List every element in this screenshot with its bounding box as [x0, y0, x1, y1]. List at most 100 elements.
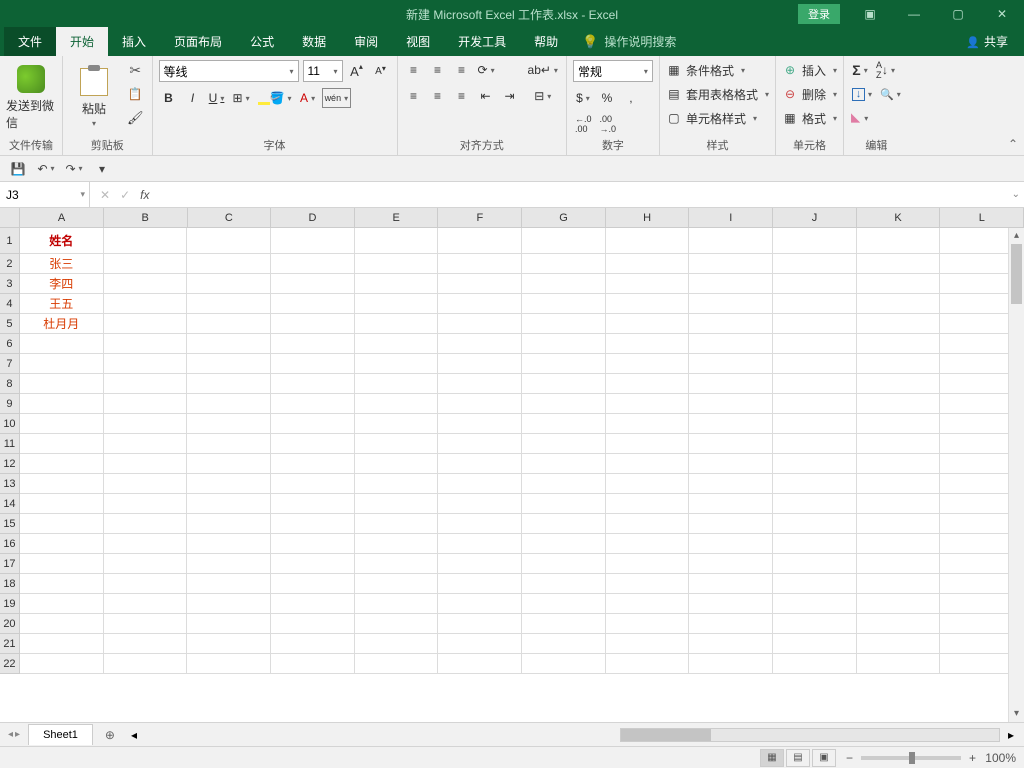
cell-J17[interactable]: [773, 554, 857, 574]
column-header-F[interactable]: F: [438, 208, 522, 227]
cell-K3[interactable]: [857, 274, 941, 294]
decrease-decimal-button[interactable]: .00→.0: [597, 114, 618, 134]
cell-F4[interactable]: [438, 294, 522, 314]
cell-J6[interactable]: [773, 334, 857, 354]
cell-J21[interactable]: [773, 634, 857, 654]
cell-H8[interactable]: [606, 374, 690, 394]
cell-H9[interactable]: [606, 394, 690, 414]
row-header-15[interactable]: 15: [0, 514, 20, 534]
cell-G19[interactable]: [522, 594, 606, 614]
cell-D3[interactable]: [271, 274, 355, 294]
cell-E15[interactable]: [355, 514, 439, 534]
cell-B17[interactable]: [104, 554, 188, 574]
column-header-J[interactable]: J: [773, 208, 857, 227]
font-name-select[interactable]: 等线: [159, 60, 299, 82]
cell-B5[interactable]: [104, 314, 188, 334]
number-format-select[interactable]: 常规: [573, 60, 653, 82]
cell-H2[interactable]: [606, 254, 690, 274]
cell-H13[interactable]: [606, 474, 690, 494]
comma-format-button[interactable]: ,: [621, 88, 641, 108]
column-header-I[interactable]: I: [689, 208, 773, 227]
cell-I20[interactable]: [689, 614, 773, 634]
cell-B20[interactable]: [104, 614, 188, 634]
increase-decimal-button[interactable]: ←.0.00: [573, 114, 594, 134]
name-box[interactable]: J3: [0, 182, 90, 207]
cell-K9[interactable]: [857, 394, 941, 414]
row-header-11[interactable]: 11: [0, 434, 20, 454]
row-header-17[interactable]: 17: [0, 554, 20, 574]
row-header-14[interactable]: 14: [0, 494, 20, 514]
cell-B21[interactable]: [104, 634, 188, 654]
cell-J18[interactable]: [773, 574, 857, 594]
cell-G15[interactable]: [522, 514, 606, 534]
cell-A8[interactable]: [20, 374, 104, 394]
cell-J11[interactable]: [773, 434, 857, 454]
paste-button[interactable]: 粘贴 ▾: [69, 60, 119, 134]
format-painter-button[interactable]: [125, 108, 146, 128]
cell-D15[interactable]: [271, 514, 355, 534]
autosum-button[interactable]: [850, 60, 870, 80]
cell-F8[interactable]: [438, 374, 522, 394]
cell-F19[interactable]: [438, 594, 522, 614]
cell-J9[interactable]: [773, 394, 857, 414]
cell-B8[interactable]: [104, 374, 188, 394]
cell-A5[interactable]: 杜月月: [20, 314, 104, 334]
cell-C16[interactable]: [187, 534, 271, 554]
cell-G17[interactable]: [522, 554, 606, 574]
cell-D6[interactable]: [271, 334, 355, 354]
cell-E14[interactable]: [355, 494, 439, 514]
vertical-scrollbar[interactable]: ▴ ▾: [1008, 228, 1024, 722]
cell-K5[interactable]: [857, 314, 941, 334]
cell-D5[interactable]: [271, 314, 355, 334]
cell-C5[interactable]: [187, 314, 271, 334]
cell-C12[interactable]: [187, 454, 271, 474]
cell-C7[interactable]: [187, 354, 271, 374]
page-layout-view-button[interactable]: ▤: [786, 749, 810, 767]
cell-G14[interactable]: [522, 494, 606, 514]
cell-B12[interactable]: [104, 454, 188, 474]
cell-D10[interactable]: [271, 414, 355, 434]
cell-E20[interactable]: [355, 614, 439, 634]
send-to-wechat-button[interactable]: 发送到微信: [6, 60, 56, 134]
cell-D8[interactable]: [271, 374, 355, 394]
cell-I21[interactable]: [689, 634, 773, 654]
cell-I22[interactable]: [689, 654, 773, 674]
cell-E21[interactable]: [355, 634, 439, 654]
row-header-18[interactable]: 18: [0, 574, 20, 594]
cell-I15[interactable]: [689, 514, 773, 534]
cell-I10[interactable]: [689, 414, 773, 434]
cell-K10[interactable]: [857, 414, 941, 434]
cell-K8[interactable]: [857, 374, 941, 394]
font-color-button[interactable]: A: [298, 88, 318, 108]
copy-button[interactable]: [125, 84, 146, 104]
add-sheet-button[interactable]: ⊕: [99, 724, 121, 746]
font-size-select[interactable]: 11: [303, 60, 343, 82]
cell-D11[interactable]: [271, 434, 355, 454]
cell-A21[interactable]: [20, 634, 104, 654]
cell-E17[interactable]: [355, 554, 439, 574]
cell-H1[interactable]: [606, 228, 690, 254]
cell-H21[interactable]: [606, 634, 690, 654]
cell-I13[interactable]: [689, 474, 773, 494]
cell-A10[interactable]: [20, 414, 104, 434]
cell-C2[interactable]: [187, 254, 271, 274]
scroll-up-button[interactable]: ▴: [1009, 228, 1024, 244]
cell-H18[interactable]: [606, 574, 690, 594]
row-header-7[interactable]: 7: [0, 354, 20, 374]
tab-data[interactable]: 数据: [288, 27, 340, 56]
cell-K2[interactable]: [857, 254, 941, 274]
cancel-formula-button[interactable]: ✕: [100, 188, 110, 202]
border-button[interactable]: ⊞: [231, 88, 252, 108]
column-header-C[interactable]: C: [188, 208, 272, 227]
cell-F21[interactable]: [438, 634, 522, 654]
row-header-20[interactable]: 20: [0, 614, 20, 634]
cell-K4[interactable]: [857, 294, 941, 314]
cell-E16[interactable]: [355, 534, 439, 554]
conditional-formatting-button[interactable]: ▦条件格式: [666, 60, 769, 80]
cell-K19[interactable]: [857, 594, 941, 614]
cell-G16[interactable]: [522, 534, 606, 554]
cell-A4[interactable]: 王五: [20, 294, 104, 314]
cell-styles-button[interactable]: ▢单元格样式: [666, 108, 769, 128]
cell-H3[interactable]: [606, 274, 690, 294]
cell-F12[interactable]: [438, 454, 522, 474]
